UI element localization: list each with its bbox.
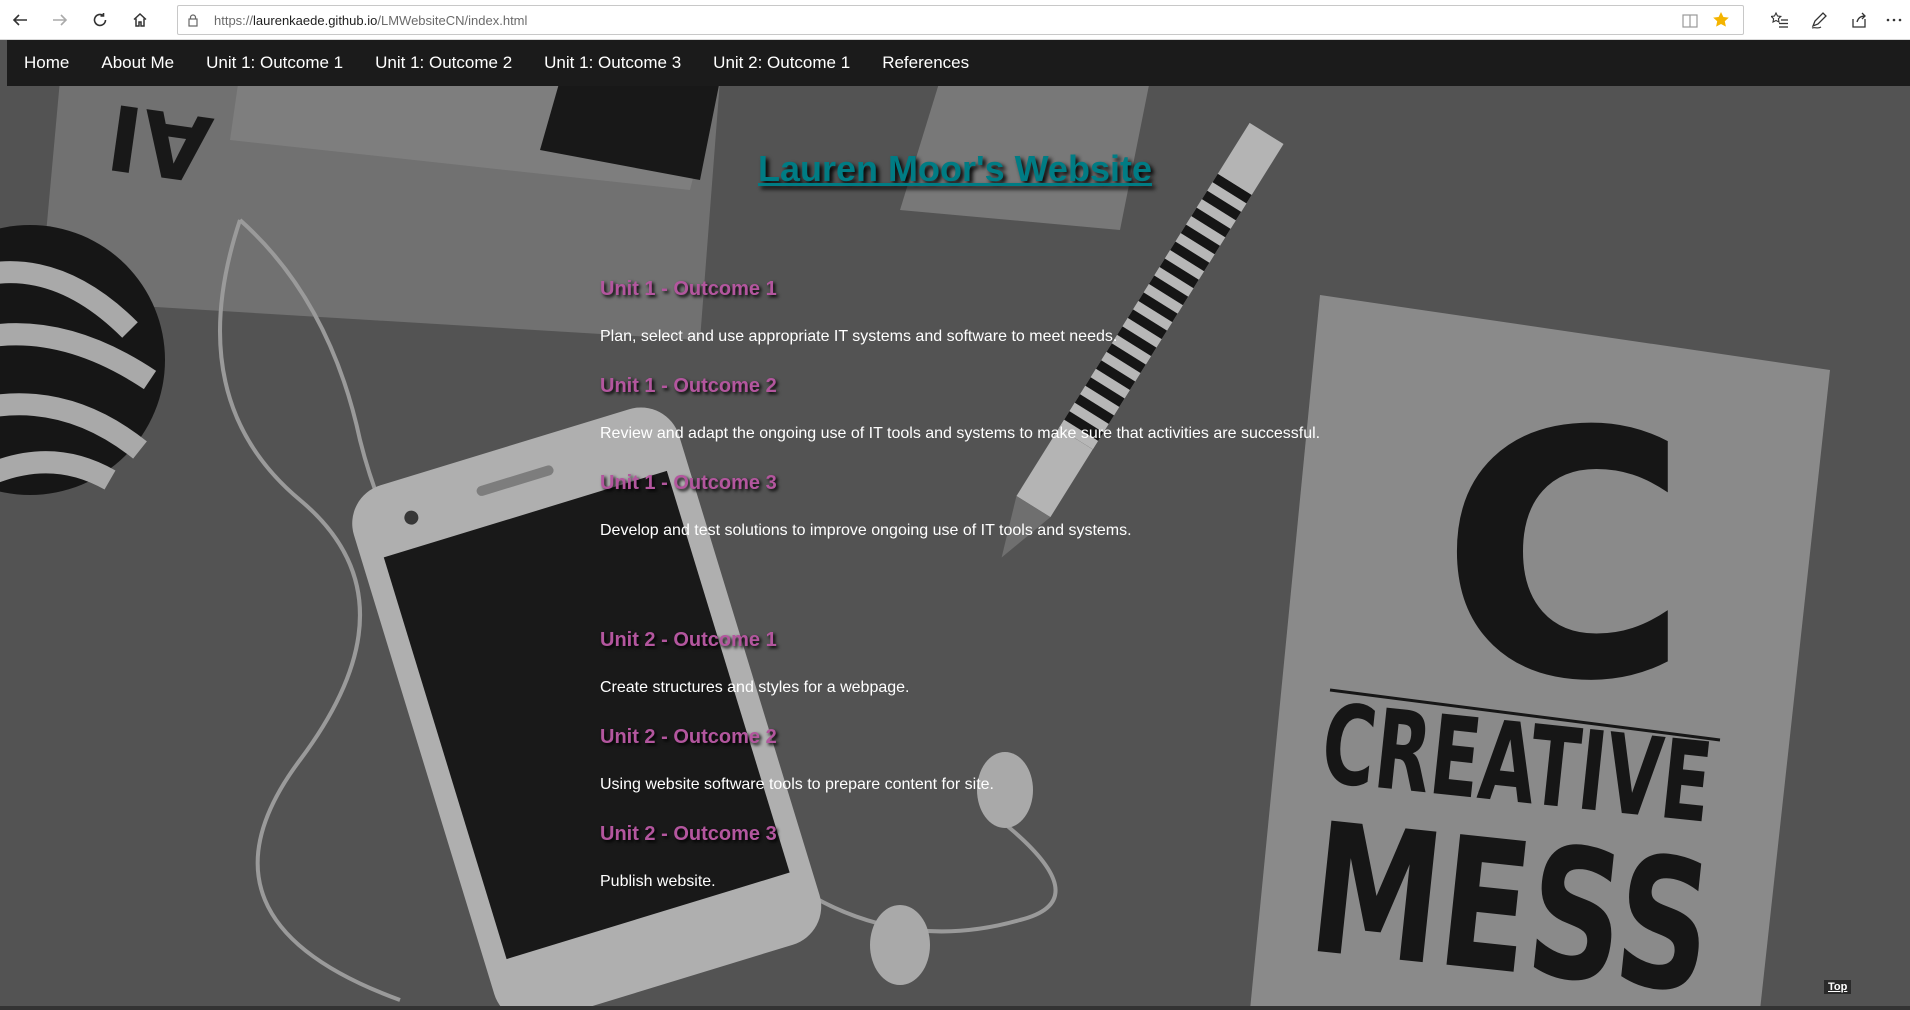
site-navbar: Home About Me Unit 1: Outcome 1 Unit 1: …: [7, 40, 1910, 86]
unit1-outcome2-text: Review and adapt the ongoing use of IT t…: [600, 425, 1321, 442]
nav-unit1-outcome1[interactable]: Unit 1: Outcome 1: [190, 40, 359, 86]
share-icon: [1852, 12, 1866, 28]
unit1-outcome2-heading: Unit 1 - Outcome 2: [600, 375, 777, 397]
refresh-icon: [93, 13, 107, 27]
url-text: https://laurenkaede.github.io/LMWebsiteC…: [214, 13, 527, 28]
forward-arrow-icon: [53, 14, 68, 26]
unit2-outcome3-heading: Unit 2 - Outcome 3: [600, 823, 777, 845]
refresh-button[interactable]: [86, 6, 114, 34]
nav-unit1-outcome2[interactable]: Unit 1: Outcome 2: [359, 40, 528, 86]
favorites-list-icon: [1771, 11, 1788, 28]
url-host: laurenkaede.github.io: [253, 13, 378, 28]
unit2-outcome2-heading: Unit 2 - Outcome 2: [600, 726, 777, 748]
home-button[interactable]: [126, 6, 154, 34]
back-button[interactable]: [6, 6, 34, 34]
more-dots-icon: [1886, 18, 1902, 22]
share-button[interactable]: [1845, 6, 1873, 34]
nav-about-me[interactable]: About Me: [85, 40, 190, 86]
address-bar[interactable]: https://laurenkaede.github.io/LMWebsiteC…: [177, 5, 1744, 35]
url-path: /LMWebsiteCN/index.html: [377, 13, 528, 28]
unit1-outcome3-text: Develop and test solutions to improve on…: [600, 522, 1132, 539]
forward-button[interactable]: [46, 6, 74, 34]
more-button[interactable]: [1880, 6, 1908, 34]
unit1-outcome1-text: Plan, select and use appropriate IT syst…: [600, 328, 1118, 345]
unit2-outcome2-text: Using website software tools to prepare …: [600, 776, 994, 793]
web-note-button[interactable]: [1805, 6, 1833, 34]
unit2-outcome1-text: Create structures and styles for a webpa…: [600, 679, 910, 696]
web-page: AI C CREATIVE MESS Home About Me Unit 1:…: [0, 40, 1910, 1010]
reading-view-icon[interactable]: [1681, 12, 1699, 30]
favorite-star-icon[interactable]: [1711, 10, 1731, 30]
nav-home[interactable]: Home: [7, 40, 85, 86]
unit2-outcome3-text: Publish website.: [600, 873, 716, 890]
outcomes-list: Unit 1 - Outcome 1 Plan, select and use …: [600, 276, 1500, 918]
back-arrow-icon: [12, 14, 27, 26]
unit1-outcome3-heading: Unit 1 - Outcome 3: [600, 472, 777, 494]
horizontal-scrollbar[interactable]: [0, 1006, 1910, 1010]
nav-references[interactable]: References: [866, 40, 985, 86]
unit1-outcome1-heading: Unit 1 - Outcome 1: [600, 278, 777, 300]
nav-unit1-outcome3[interactable]: Unit 1: Outcome 3: [528, 40, 697, 86]
nav-unit2-outcome1[interactable]: Unit 2: Outcome 1: [697, 40, 866, 86]
home-icon: [133, 12, 147, 27]
lock-icon: [188, 14, 198, 27]
back-to-top-link[interactable]: Top: [1824, 980, 1852, 994]
page-title[interactable]: Lauren Moor's Website: [0, 148, 1910, 190]
pen-icon: [1811, 12, 1827, 29]
url-scheme: https://: [214, 13, 254, 28]
unit2-outcome1-heading: Unit 2 - Outcome 1: [600, 629, 777, 651]
favorites-button[interactable]: [1766, 6, 1794, 34]
browser-toolbar: https://laurenkaede.github.io/LMWebsiteC…: [0, 0, 1910, 40]
